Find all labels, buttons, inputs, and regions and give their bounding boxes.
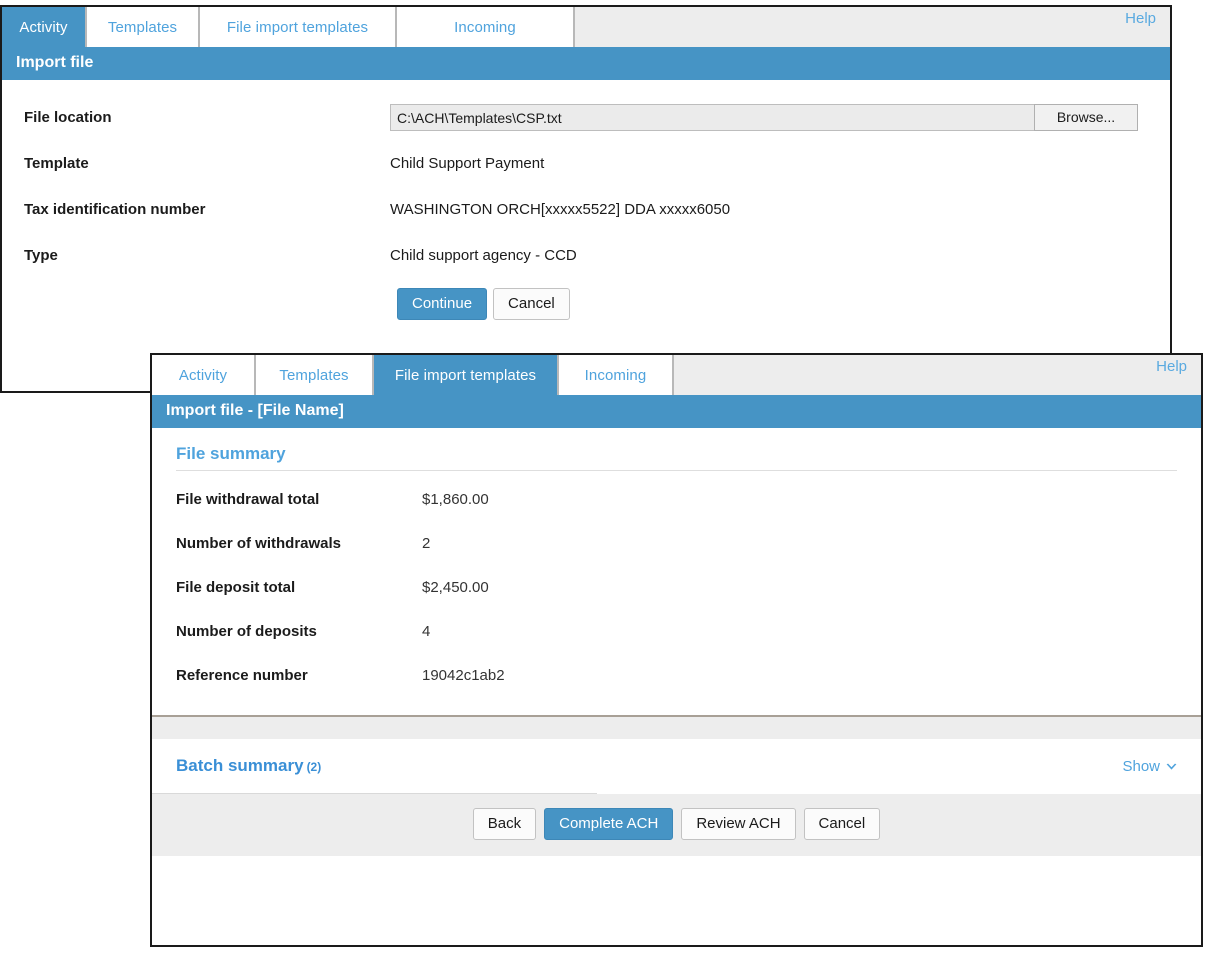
summary-row-file-deposit-total: File deposit total $2,450.00	[176, 565, 1177, 609]
file-summary-block: File summary File withdrawal total $1,86…	[152, 428, 1201, 697]
summary-value: $1,860.00	[422, 491, 489, 508]
batch-summary-show-toggle[interactable]: Show	[1122, 758, 1177, 775]
summary-value: 19042c1ab2	[422, 667, 505, 684]
summary-value: $2,450.00	[422, 579, 489, 596]
form-row-file-location: File location C:\ACH\Templates\CSP.txt B…	[2, 94, 1170, 140]
file-summary-title: File summary	[176, 444, 1177, 464]
window2-tabbar-filler: Help	[674, 355, 1201, 395]
batch-summary-title: Batch summary	[176, 756, 304, 775]
tab-file-import-templates[interactable]: File import templates	[374, 355, 559, 395]
summary-row-reference-number: Reference number 19042c1ab2	[176, 653, 1177, 697]
review-ach-button[interactable]: Review ACH	[681, 808, 795, 840]
complete-ach-button[interactable]: Complete ACH	[544, 808, 673, 840]
tab-activity[interactable]: Activity	[2, 7, 87, 47]
tab-label: File import templates	[395, 367, 536, 384]
field-label-type: Type	[2, 247, 390, 264]
screenshot-stage: Activity Templates File import templates…	[0, 0, 1212, 962]
window2-button-bar: Back Complete ACH Review ACH Cancel	[152, 794, 1201, 856]
window2-tabbar: Activity Templates File import templates…	[152, 355, 1201, 395]
browse-button[interactable]: Browse...	[1034, 104, 1138, 131]
cancel-button[interactable]: Cancel	[804, 808, 881, 840]
summary-value: 4	[422, 623, 430, 640]
field-label-file-location: File location	[2, 109, 390, 126]
batch-summary-count: (2)	[307, 760, 322, 774]
summary-key: Reference number	[176, 667, 422, 684]
back-button[interactable]: Back	[473, 808, 536, 840]
summary-key: File withdrawal total	[176, 491, 422, 508]
field-label-template: Template	[2, 155, 390, 172]
file-location-input[interactable]: C:\ACH\Templates\CSP.txt	[390, 104, 1034, 131]
window1-tabbar: Activity Templates File import templates…	[2, 7, 1170, 47]
file-summary-bottom-spacer	[152, 697, 1201, 715]
field-value-file-location: C:\ACH\Templates\CSP.txt Browse...	[390, 104, 1170, 131]
tab-activity[interactable]: Activity	[152, 355, 256, 395]
window2-content: File summary File withdrawal total $1,86…	[152, 428, 1201, 856]
field-value-type: Child support agency - CCD	[390, 247, 1170, 264]
help-link[interactable]: Help	[1156, 358, 1187, 375]
summary-row-file-withdrawal-total: File withdrawal total $1,860.00	[176, 477, 1177, 521]
tab-incoming[interactable]: Incoming	[559, 355, 674, 395]
tab-label: Activity	[19, 19, 67, 36]
summary-key: Number of deposits	[176, 623, 422, 640]
help-link[interactable]: Help	[1125, 10, 1156, 27]
batch-summary-header[interactable]: Batch summary(2) Show	[152, 739, 1201, 793]
tab-incoming[interactable]: Incoming	[397, 7, 575, 47]
tab-label: Activity	[179, 367, 227, 384]
tab-label: File import templates	[227, 19, 368, 36]
tab-label: Templates	[108, 19, 177, 36]
field-value-tax-identification-number: WASHINGTON ORCH[xxxxx5522] DDA xxxxx6050	[390, 201, 1170, 218]
tab-label: Incoming	[454, 19, 516, 36]
form-row-type: Type Child support agency - CCD	[2, 232, 1170, 278]
window1-tabbar-filler: Help	[575, 7, 1170, 47]
import-file-window-step2: Activity Templates File import templates…	[150, 353, 1203, 947]
show-toggle-label: Show	[1122, 758, 1160, 775]
summary-row-number-of-withdrawals: Number of withdrawals 2	[176, 521, 1177, 565]
summary-value: 2	[422, 535, 430, 552]
window2-section-header: Import file - [File Name]	[152, 395, 1201, 428]
window1-form: File location C:\ACH\Templates\CSP.txt B…	[2, 94, 1170, 320]
tab-templates[interactable]: Templates	[256, 355, 374, 395]
summary-key: File deposit total	[176, 579, 422, 596]
continue-button[interactable]: Continue	[397, 288, 487, 320]
field-value-template: Child Support Payment	[390, 155, 1170, 172]
summary-key: Number of withdrawals	[176, 535, 422, 552]
tab-templates[interactable]: Templates	[87, 7, 200, 47]
window1-section-header: Import file	[2, 47, 1170, 80]
tab-label: Templates	[279, 367, 348, 384]
tab-file-import-templates[interactable]: File import templates	[200, 7, 397, 47]
file-location-control: C:\ACH\Templates\CSP.txt Browse...	[390, 104, 1138, 131]
import-file-window-step1: Activity Templates File import templates…	[0, 5, 1172, 393]
tab-label: Incoming	[585, 367, 647, 384]
window1-button-bar: Continue Cancel	[2, 288, 1170, 320]
form-row-template: Template Child Support Payment	[2, 140, 1170, 186]
batch-summary-title-group: Batch summary(2)	[176, 756, 321, 776]
chevron-down-icon	[1166, 761, 1177, 773]
cancel-button[interactable]: Cancel	[493, 288, 570, 320]
file-summary-divider	[176, 470, 1177, 471]
section-separator-band	[152, 717, 1201, 739]
summary-row-number-of-deposits: Number of deposits 4	[176, 609, 1177, 653]
field-label-tax-identification-number: Tax identification number	[2, 201, 390, 218]
form-row-tax-id: Tax identification number WASHINGTON ORC…	[2, 186, 1170, 232]
